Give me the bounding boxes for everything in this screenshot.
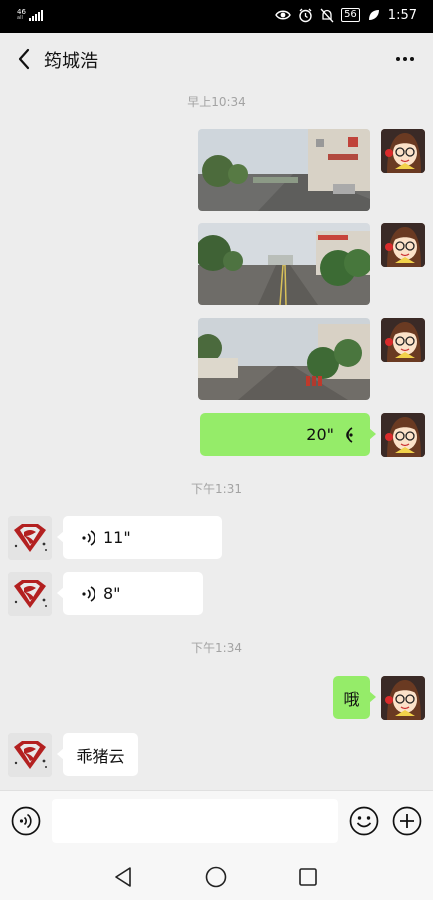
contact-avatar[interactable] bbox=[8, 572, 52, 616]
voice-message-received[interactable]: 11" bbox=[57, 516, 222, 559]
superman-avatar-image bbox=[8, 733, 52, 777]
girl-avatar-image bbox=[381, 318, 425, 362]
text-message-sent[interactable]: 哦 bbox=[333, 676, 376, 719]
chat-header: 筠城浩 bbox=[0, 33, 433, 85]
more-button[interactable] bbox=[391, 47, 419, 71]
status-bar: 46 all 56 1:57 bbox=[0, 0, 433, 33]
circle-home-icon bbox=[205, 866, 227, 888]
girl-avatar-image bbox=[381, 129, 425, 173]
voice-mode-button[interactable] bbox=[10, 805, 42, 837]
voice-duration: 20" bbox=[306, 425, 334, 444]
alarm-icon bbox=[297, 7, 313, 23]
input-bar bbox=[0, 790, 433, 852]
nav-back-button[interactable] bbox=[108, 862, 138, 892]
my-avatar[interactable] bbox=[381, 318, 425, 362]
emoji-icon bbox=[349, 806, 379, 836]
eye-icon bbox=[275, 7, 291, 23]
superman-avatar-image bbox=[8, 572, 52, 616]
message-text: 乖猪云 bbox=[76, 746, 125, 766]
signal-area: 46 all bbox=[17, 9, 43, 21]
timestamp: 早上10:34 bbox=[187, 95, 246, 109]
voice-wave-icon bbox=[338, 426, 356, 444]
street-photo-image bbox=[198, 129, 370, 211]
system-nav-bar bbox=[0, 852, 433, 900]
contact-avatar[interactable] bbox=[8, 516, 52, 560]
more-dot bbox=[410, 57, 414, 61]
mute-bell-icon bbox=[319, 7, 335, 23]
voice-message-received[interactable]: 8" bbox=[57, 572, 203, 615]
back-button[interactable] bbox=[10, 45, 38, 73]
battery-level: 56 bbox=[341, 8, 360, 22]
photo-message[interactable] bbox=[198, 129, 370, 211]
more-dot bbox=[396, 57, 400, 61]
plus-circle-icon bbox=[392, 806, 422, 836]
street-photo-image bbox=[198, 223, 370, 305]
nav-home-button[interactable] bbox=[201, 862, 231, 892]
voice-mode-icon bbox=[11, 806, 41, 836]
more-dot bbox=[403, 57, 407, 61]
status-time: 1:57 bbox=[387, 7, 417, 23]
nav-recents-button[interactable] bbox=[293, 862, 323, 892]
voice-duration: 8" bbox=[103, 584, 121, 603]
photo-message[interactable] bbox=[198, 223, 370, 305]
status-icons: 56 1:57 bbox=[275, 7, 417, 23]
square-recents-icon bbox=[299, 868, 317, 886]
my-avatar[interactable] bbox=[381, 413, 425, 457]
more-functions-button[interactable] bbox=[391, 805, 423, 837]
my-avatar[interactable] bbox=[381, 676, 425, 720]
emoji-button[interactable] bbox=[348, 805, 380, 837]
contact-avatar[interactable] bbox=[8, 733, 52, 777]
street-photo-image bbox=[198, 318, 370, 400]
message-text: 哦 bbox=[343, 689, 360, 709]
network-sub-label: all bbox=[17, 15, 23, 21]
network-type: 46 all bbox=[17, 9, 26, 21]
voice-message-sent[interactable]: 20" bbox=[200, 413, 376, 456]
my-avatar[interactable] bbox=[381, 129, 425, 173]
voice-duration: 11" bbox=[103, 528, 131, 547]
message-input[interactable] bbox=[52, 799, 338, 843]
voice-wave-icon bbox=[79, 529, 97, 547]
leaf-icon bbox=[366, 7, 382, 23]
chevron-left-icon bbox=[18, 48, 30, 70]
my-avatar[interactable] bbox=[381, 223, 425, 267]
chat-title: 筠城浩 bbox=[44, 51, 98, 72]
text-message-received[interactable]: 乖猪云 bbox=[57, 733, 138, 776]
girl-avatar-image bbox=[381, 676, 425, 720]
voice-wave-icon bbox=[79, 585, 97, 603]
timestamp: 下午1:34 bbox=[191, 641, 242, 655]
girl-avatar-image bbox=[381, 413, 425, 457]
signal-icon bbox=[28, 9, 43, 21]
timestamp: 下午1:31 bbox=[191, 482, 242, 496]
girl-avatar-image bbox=[381, 223, 425, 267]
triangle-back-icon bbox=[115, 867, 131, 887]
photo-message[interactable] bbox=[198, 318, 370, 400]
superman-avatar-image bbox=[8, 516, 52, 560]
